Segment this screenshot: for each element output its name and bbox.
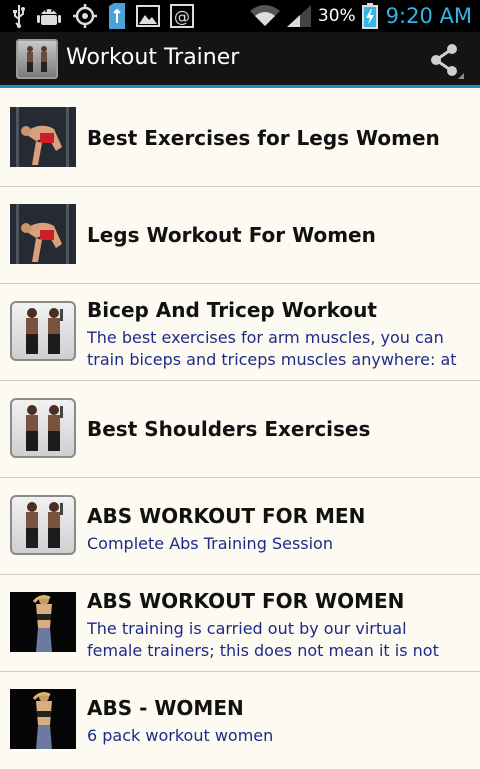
item-title: Best Shoulders Exercises (87, 417, 371, 441)
item-description: 6 pack workout women (87, 726, 274, 745)
item-title: Best Exercises for Legs Women (87, 126, 440, 150)
sd-card-icon (108, 3, 126, 29)
thumbnail-image (10, 689, 76, 749)
android-debug-icon (36, 3, 62, 29)
item-description: The best exercises for arm muscles, you … (87, 328, 457, 369)
battery-charging-icon (361, 3, 378, 29)
list-item[interactable]: Legs Workout For Women (0, 187, 480, 284)
email-icon: @ (170, 3, 194, 29)
share-button[interactable] (426, 41, 466, 81)
thumbnail-image (10, 592, 76, 652)
gallery-icon (136, 3, 160, 29)
list-item[interactable]: Best Shoulders Exercises (0, 381, 480, 478)
notification-icons: @ (12, 3, 194, 29)
signal-icon (286, 3, 312, 29)
thumbnail-image (10, 301, 76, 361)
item-title: Legs Workout For Women (87, 223, 376, 247)
list-item[interactable]: ABS WORKOUT FOR MEN Complete Abs Trainin… (0, 478, 480, 575)
item-title: ABS - WOMEN (87, 696, 244, 720)
thumbnail-image (10, 107, 76, 167)
app-logo[interactable] (16, 39, 58, 79)
svg-text:@: @ (174, 7, 190, 26)
workout-list: Best Exercises for Legs Women Legs Worko… (0, 90, 480, 769)
status-bar: @ 30% 9:20 AM (0, 0, 480, 32)
wifi-icon (249, 3, 280, 29)
battery-percent: 30% (317, 6, 356, 26)
list-item[interactable]: Bicep And Tricep Workout The best exerci… (0, 284, 480, 381)
item-title: Bicep And Tricep Workout (87, 298, 377, 322)
thumbnail-image (10, 495, 76, 555)
item-title: ABS WORKOUT FOR WOMEN (87, 589, 405, 613)
thumbnail-image (10, 398, 76, 458)
app-title: Workout Trainer (66, 45, 240, 70)
thumbnail-image (10, 204, 76, 264)
clock-time: 9:20 AM (385, 4, 472, 28)
list-item[interactable]: ABS WORKOUT FOR WOMEN The training is ca… (0, 575, 480, 672)
share-icon (426, 44, 466, 85)
item-description: The training is carried out by our virtu… (87, 619, 439, 660)
list-item[interactable]: ABS - WOMEN 6 pack workout women (0, 672, 480, 769)
list-item[interactable]: Best Exercises for Legs Women (0, 90, 480, 187)
usb-icon (12, 3, 26, 29)
item-description: Complete Abs Training Session (87, 534, 333, 553)
action-bar: Workout Trainer (0, 32, 480, 88)
system-icons: 30% 9:20 AM (249, 0, 472, 32)
item-title: ABS WORKOUT FOR MEN (87, 504, 366, 528)
gps-icon (72, 3, 98, 29)
